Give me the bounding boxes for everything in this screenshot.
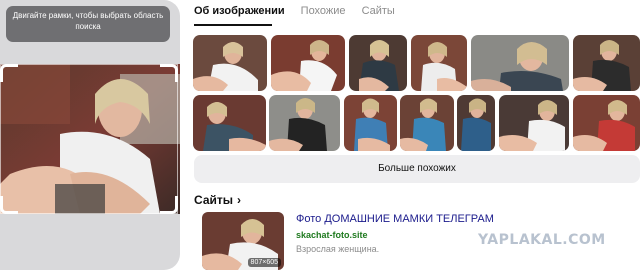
similar-image[interactable]: [400, 95, 454, 151]
sites-section-heading[interactable]: Сайты ›: [194, 193, 241, 207]
similar-image[interactable]: [193, 95, 266, 151]
tab-about-image[interactable]: Об изображении: [194, 5, 285, 23]
image-dimensions-badge: 807×605: [247, 258, 281, 267]
similar-image[interactable]: [573, 95, 640, 151]
query-image-panel: Двигайте рамки, чтобы выбрать область по…: [0, 0, 180, 270]
watermark-logo: YAPLAKAL.COM: [478, 232, 606, 248]
similar-image[interactable]: [344, 95, 397, 151]
similar-image[interactable]: [457, 95, 495, 151]
similar-image[interactable]: [573, 35, 640, 91]
active-tab-indicator: [194, 24, 272, 26]
site-result-description: Взрослая женщина.: [296, 244, 380, 254]
more-similar-button[interactable]: Больше похожих: [194, 155, 640, 183]
crop-hint-tooltip: Двигайте рамки, чтобы выбрать область по…: [6, 6, 170, 42]
similar-image[interactable]: [349, 35, 407, 91]
tab-similar[interactable]: Похожие: [301, 5, 346, 23]
query-image[interactable]: [0, 64, 180, 214]
similar-image[interactable]: [499, 95, 569, 151]
similar-image[interactable]: [193, 35, 267, 91]
site-result-thumbnail[interactable]: 807×605: [202, 212, 284, 270]
similar-image[interactable]: [411, 35, 467, 91]
site-result-title-link[interactable]: Фото ДОМАШНИЕ МАМКИ ТЕЛЕГРАМ: [296, 213, 494, 225]
tab-bar: Об изображении Похожие Сайты: [194, 5, 395, 23]
tab-sites[interactable]: Сайты: [362, 5, 395, 23]
sites-heading-label: Сайты: [194, 193, 233, 207]
site-result-url-link[interactable]: skachat-foto.site: [296, 230, 368, 240]
similar-image[interactable]: [471, 35, 569, 91]
similar-image[interactable]: [271, 35, 345, 91]
similar-image[interactable]: [269, 95, 340, 151]
chevron-right-icon: ›: [237, 193, 241, 207]
